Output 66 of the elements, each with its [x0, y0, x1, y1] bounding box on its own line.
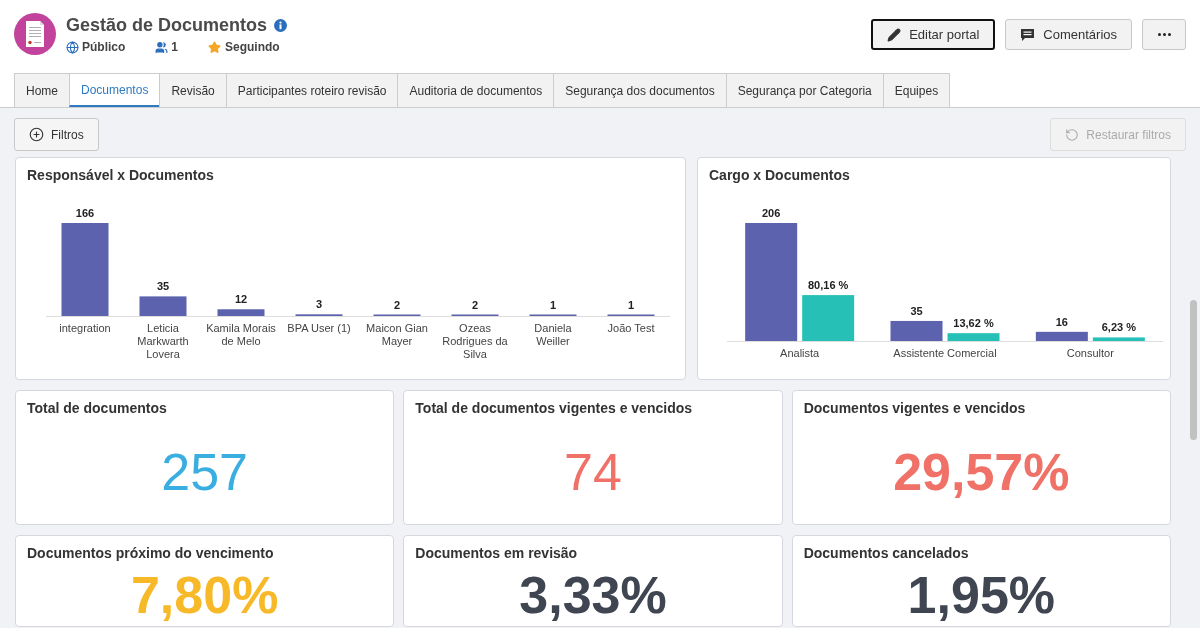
value-label: 206: [762, 207, 781, 219]
comments-button[interactable]: Comentários: [1005, 19, 1132, 50]
globe-icon: [66, 40, 79, 54]
category-label: Leticia Markwarth Lovera: [136, 322, 190, 361]
category-label: Maicon Gian Mayer: [365, 322, 429, 349]
value-label: 3: [315, 298, 323, 311]
category-label: BPA User (1): [286, 322, 352, 336]
chart-title: Cargo x Documentos: [709, 166, 850, 184]
value-label: 2: [471, 298, 479, 311]
category-label: João Test: [606, 322, 656, 336]
value-label: 6,23 %: [1101, 321, 1136, 334]
category-label: Kamila Morais de Melo: [205, 322, 277, 349]
value-label: 166: [75, 207, 95, 219]
value-label: 1: [627, 298, 635, 311]
kpi-title: Documentos cancelados: [803, 544, 969, 562]
category-label: Assistente Comercial: [892, 347, 998, 360]
category-label: Daniela Weiller: [533, 322, 573, 349]
comment-icon: [1020, 27, 1036, 42]
document-logo-icon: [14, 13, 56, 55]
follow-label[interactable]: Seguindo: [225, 39, 280, 55]
category-label: Ozeas Rodrigues da Silva: [441, 322, 509, 361]
tab[interactable]: Segurança por Categoria: [725, 73, 883, 107]
tab[interactable]: Documentos: [69, 73, 160, 107]
value-label: 2: [393, 298, 401, 311]
pencil-icon: [887, 27, 902, 42]
members-count: 1: [171, 39, 179, 55]
kpi-title: Documentos em revisão: [415, 544, 578, 562]
users-icon: [155, 40, 169, 54]
tab[interactable]: Equipes: [882, 73, 951, 107]
scrollbar-thumb[interactable]: [1190, 300, 1197, 440]
category-label: Consultor: [1065, 347, 1115, 360]
kpi-value: 1,95%: [907, 568, 1056, 622]
plus-circle-icon: [29, 127, 44, 142]
value-label: 16: [1055, 315, 1068, 328]
kpi-title: Documentos vigentes e vencidos: [803, 399, 1026, 417]
portal-title: Gestão de Documentos: [66, 14, 268, 36]
kpi-title: Total de documentos vigentes e vencidos: [415, 399, 693, 417]
reset-icon: [1065, 127, 1080, 142]
edit-portal-button[interactable]: Editar portal: [871, 19, 996, 50]
visibility-label: Público: [82, 39, 126, 55]
kpi-value: 29,57%: [893, 445, 1070, 499]
tab[interactable]: Home: [14, 73, 69, 107]
more-icon: [1157, 33, 1171, 36]
kpi-value: 7,80%: [130, 568, 279, 622]
value-label: 80,16 %: [808, 279, 849, 292]
category-label: Analista: [779, 347, 821, 360]
kpi-value: 257: [161, 445, 249, 499]
tab[interactable]: Segurança dos documentos: [553, 73, 726, 107]
kpi-value: 74: [564, 445, 622, 499]
filters-button[interactable]: Filtros: [14, 118, 99, 151]
kpi-title: Documentos próximo do vencimento: [27, 544, 274, 562]
tab[interactable]: Auditoria de documentos: [397, 73, 554, 107]
value-label: 12: [234, 293, 248, 306]
value-label: 1: [549, 298, 557, 311]
more-button[interactable]: [1142, 19, 1186, 50]
value-label: 35: [156, 280, 170, 293]
value-label: 35: [910, 304, 923, 317]
kpi-title: Total de documentos: [27, 399, 167, 417]
tab[interactable]: Participantes roteiro revisão: [225, 73, 398, 107]
tab[interactable]: Revisão: [159, 73, 226, 107]
kpi-value: 3,33%: [519, 568, 667, 622]
value-label: 13,62 %: [953, 317, 994, 330]
star-icon: [208, 40, 222, 54]
info-icon[interactable]: [274, 18, 288, 32]
category-label: integration: [58, 322, 112, 336]
chart-title: Responsável x Documentos: [27, 166, 214, 184]
